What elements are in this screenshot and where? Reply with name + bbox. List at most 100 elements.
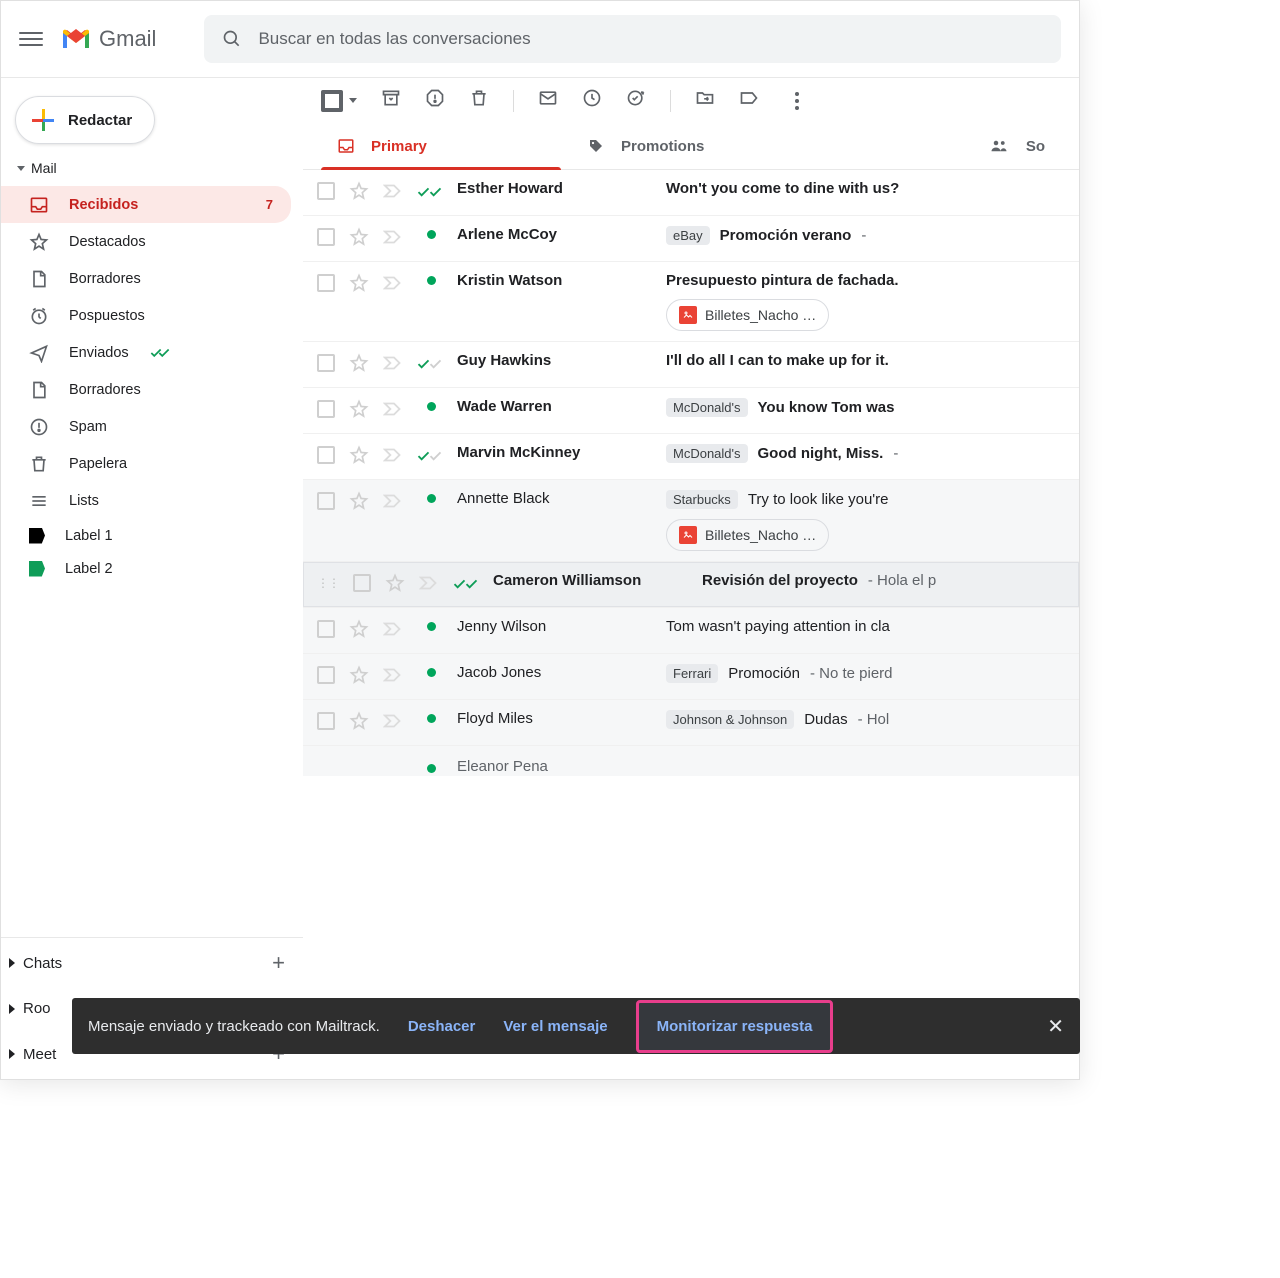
row-checkbox[interactable]	[317, 666, 335, 684]
star-icon[interactable]	[349, 227, 369, 251]
tab-primary[interactable]: Primary	[321, 123, 571, 169]
importance-icon[interactable]	[383, 229, 405, 245]
email-row[interactable]: Jacob JonesFerrariPromoción- No te pierd	[303, 654, 1079, 700]
sidebar-item-label2[interactable]: Label 2	[1, 552, 291, 585]
email-row[interactable]: Kristin WatsonPresupuesto pintura de fac…	[303, 262, 1079, 342]
report-spam-icon[interactable]	[425, 88, 445, 113]
sender: Floyd Miles	[457, 710, 652, 727]
importance-icon[interactable]	[419, 575, 441, 591]
undo-link[interactable]: Deshacer	[408, 1018, 476, 1035]
importance-icon[interactable]	[383, 713, 405, 729]
row-checkbox[interactable]	[353, 574, 371, 592]
sidebar-item-starred[interactable]: Destacados	[1, 223, 291, 260]
row-checkbox[interactable]	[317, 492, 335, 510]
spam-icon	[29, 417, 49, 437]
importance-icon[interactable]	[383, 493, 405, 509]
preview: -	[893, 445, 898, 462]
label-tag: Johnson & Johnson	[666, 710, 794, 729]
email-row[interactable]: ⋮⋮Cameron WilliamsonRevisión del proyect…	[303, 562, 1079, 608]
label-icon[interactable]	[739, 88, 759, 113]
caret-right-icon	[9, 1004, 15, 1014]
email-row[interactable]: Wade WarrenMcDonald'sYou know Tom was	[303, 388, 1079, 434]
drag-handle-icon[interactable]: ⋮⋮	[317, 576, 339, 590]
star-icon[interactable]	[349, 619, 369, 643]
email-row[interactable]: Guy HawkinsI'll do all I can to make up …	[303, 342, 1079, 388]
label-tag: eBay	[666, 226, 710, 245]
email-row[interactable]: Annette BlackStarbucksTry to look like y…	[303, 480, 1079, 562]
double-check-icon	[419, 448, 443, 463]
row-checkbox[interactable]	[317, 620, 335, 638]
move-to-icon[interactable]	[695, 88, 715, 113]
attachment-chip[interactable]: Billetes_Nacho …	[666, 299, 829, 331]
row-checkbox[interactable]	[317, 354, 335, 372]
star-icon[interactable]	[349, 665, 369, 689]
toolbar	[303, 78, 1079, 123]
mark-unread-icon[interactable]	[538, 88, 558, 113]
delete-icon[interactable]	[469, 88, 489, 113]
search-input[interactable]: Buscar en todas las conversaciones	[204, 15, 1061, 63]
row-checkbox[interactable]	[317, 274, 335, 292]
star-icon[interactable]	[349, 181, 369, 205]
mail-section-header[interactable]: Mail	[1, 154, 303, 182]
trash-icon	[29, 454, 49, 474]
tab-promotions[interactable]: Promotions	[571, 123, 821, 169]
double-check-icon	[455, 576, 479, 591]
email-row[interactable]: Eleanor Pena	[303, 746, 1079, 776]
email-row[interactable]: Jenny WilsonTom wasn't paying attention …	[303, 608, 1079, 654]
row-checkbox[interactable]	[317, 400, 335, 418]
sidebar-item-sent[interactable]: Enviados	[1, 334, 291, 371]
compose-button[interactable]: Redactar	[15, 96, 155, 144]
menu-icon[interactable]	[19, 27, 43, 51]
star-icon[interactable]	[349, 353, 369, 377]
select-checkbox[interactable]	[321, 90, 357, 112]
subject: Try to look like you're	[748, 491, 889, 508]
star-icon[interactable]	[349, 491, 369, 515]
importance-icon[interactable]	[383, 667, 405, 683]
star-icon[interactable]	[385, 573, 405, 597]
importance-icon[interactable]	[383, 275, 405, 291]
more-icon[interactable]	[795, 92, 799, 110]
row-checkbox[interactable]	[317, 446, 335, 464]
monitor-reply-button[interactable]: Monitorizar respuesta	[636, 1000, 834, 1053]
email-row[interactable]: Floyd MilesJohnson & JohnsonDudas- Hol	[303, 700, 1079, 746]
subject: You know Tom was	[758, 399, 895, 416]
add-chat-icon[interactable]: +	[272, 950, 285, 976]
close-icon[interactable]: ✕	[1047, 1014, 1064, 1039]
star-icon[interactable]	[349, 273, 369, 297]
importance-icon[interactable]	[383, 355, 405, 371]
header: Gmail Buscar en todas las conversaciones	[1, 1, 1079, 78]
sidebar-item-spam[interactable]: Spam	[1, 408, 291, 445]
attachment-chip[interactable]: Billetes_Nacho …	[666, 519, 829, 551]
importance-icon[interactable]	[383, 401, 405, 417]
sidebar-item-snoozed[interactable]: Pospuestos	[1, 297, 291, 334]
star-icon[interactable]	[349, 445, 369, 469]
star-icon[interactable]	[349, 399, 369, 423]
email-row[interactable]: Marvin McKinneyMcDonald'sGood night, Mis…	[303, 434, 1079, 480]
email-row[interactable]: Arlene McCoyeBayPromoción verano-	[303, 216, 1079, 262]
row-checkbox[interactable]	[317, 228, 335, 246]
sidebar-item-drafts[interactable]: Borradores	[1, 260, 291, 297]
add-task-icon[interactable]	[626, 88, 646, 113]
sidebar-item-trash[interactable]: Papelera	[1, 445, 291, 482]
chats-section[interactable]: Chats +	[1, 938, 303, 988]
snooze-icon[interactable]	[582, 88, 602, 113]
row-checkbox[interactable]	[317, 712, 335, 730]
star-icon[interactable]	[349, 711, 369, 735]
subject: Tom wasn't paying attention in cla	[666, 618, 890, 635]
view-message-link[interactable]: Ver el mensaje	[503, 1018, 607, 1035]
tab-social[interactable]: So	[972, 123, 1061, 169]
importance-icon[interactable]	[383, 621, 405, 637]
email-row[interactable]: Esther HowardWon't you come to dine with…	[303, 170, 1079, 216]
label-tag: Ferrari	[666, 664, 718, 683]
row-checkbox[interactable]	[317, 182, 335, 200]
sidebar-item-lists[interactable]: Lists	[1, 482, 291, 519]
subject: Won't you come to dine with us?	[666, 180, 899, 197]
importance-icon[interactable]	[383, 447, 405, 463]
sidebar-item-drafts2[interactable]: Borradores	[1, 371, 291, 408]
sidebar-item-inbox[interactable]: Recibidos7	[1, 186, 291, 223]
gmail-logo[interactable]: Gmail	[61, 26, 156, 52]
lists-icon	[29, 491, 49, 511]
importance-icon[interactable]	[383, 183, 405, 199]
archive-icon[interactable]	[381, 88, 401, 113]
sidebar-item-label1[interactable]: Label 1	[1, 519, 291, 552]
